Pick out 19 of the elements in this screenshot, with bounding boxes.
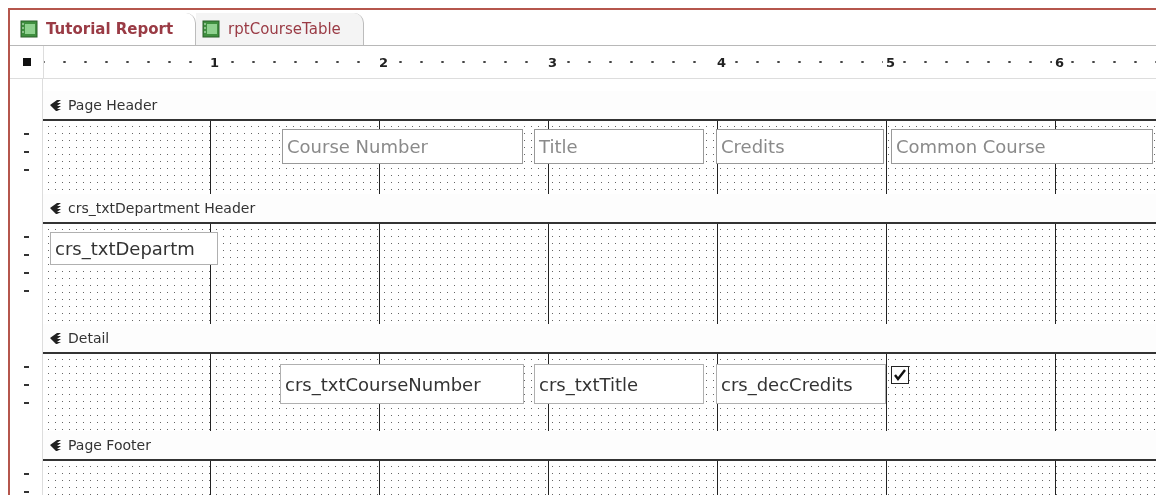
- text-box[interactable]: crs_txtTitle: [534, 364, 704, 404]
- text-box[interactable]: crs_txtCourseNumber: [280, 364, 524, 404]
- report-icon: [20, 20, 38, 38]
- checkbox[interactable]: [891, 366, 909, 384]
- vertical-ruler-ticks: [23, 473, 29, 493]
- vertical-ruler-ticks: [23, 133, 29, 171]
- check-icon: [892, 367, 908, 383]
- section-marker-icon: [49, 98, 62, 112]
- field-label[interactable]: Course Number: [282, 129, 523, 164]
- section-marker-icon: [49, 201, 62, 215]
- report-icon: [202, 20, 221, 38]
- section-marker-icon: [49, 331, 62, 345]
- text-box[interactable]: crs_decCredits: [716, 364, 886, 404]
- vertical-ruler-ticks: [23, 366, 29, 404]
- document-tab[interactable]: rptCourseTable: [196, 13, 364, 45]
- vertical-ruler-ticks: [23, 236, 29, 292]
- section-marker-icon: [49, 438, 62, 452]
- text-box[interactable]: crs_txtDepartm: [50, 232, 218, 265]
- select-report-icon: [22, 58, 31, 66]
